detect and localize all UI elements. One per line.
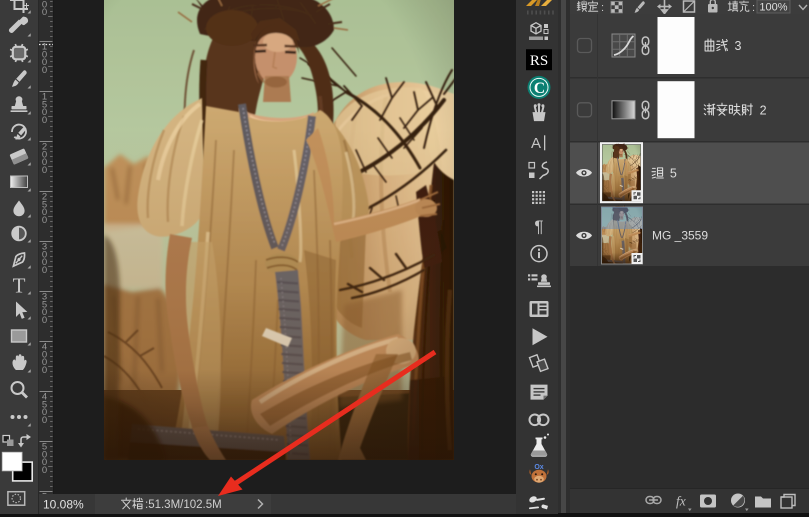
svg-text:0: 0: [42, 415, 47, 426]
svg-text:RS: RS: [530, 53, 548, 69]
svg-text:0: 0: [42, 365, 47, 376]
svg-text:0: 0: [42, 7, 47, 18]
svg-text::: :: [752, 2, 755, 14]
svg-text:5: 5: [670, 166, 677, 180]
svg-text:MG _3559: MG _3559: [652, 229, 708, 243]
svg-text:0: 0: [42, 165, 47, 176]
svg-text:A: A: [531, 135, 541, 152]
svg-text::51.3M/102.5M: :51.3M/102.5M: [145, 499, 222, 511]
svg-text:0: 0: [42, 115, 47, 126]
svg-text:2: 2: [760, 103, 767, 117]
svg-text:3: 3: [735, 39, 742, 53]
svg-text:C: C: [534, 80, 545, 97]
svg-text:0: 0: [42, 215, 47, 226]
svg-text:10.08%: 10.08%: [43, 498, 84, 512]
svg-text:0: 0: [42, 265, 47, 276]
svg-text:fx: fx: [676, 494, 686, 509]
svg-text:T: T: [13, 274, 26, 298]
svg-text:0: 0: [42, 315, 47, 326]
svg-text:0: 0: [42, 465, 47, 476]
svg-text:100%: 100%: [759, 2, 787, 14]
svg-text::: :: [601, 2, 604, 14]
svg-text:0: 0: [42, 65, 47, 76]
svg-text:¶: ¶: [534, 217, 543, 236]
